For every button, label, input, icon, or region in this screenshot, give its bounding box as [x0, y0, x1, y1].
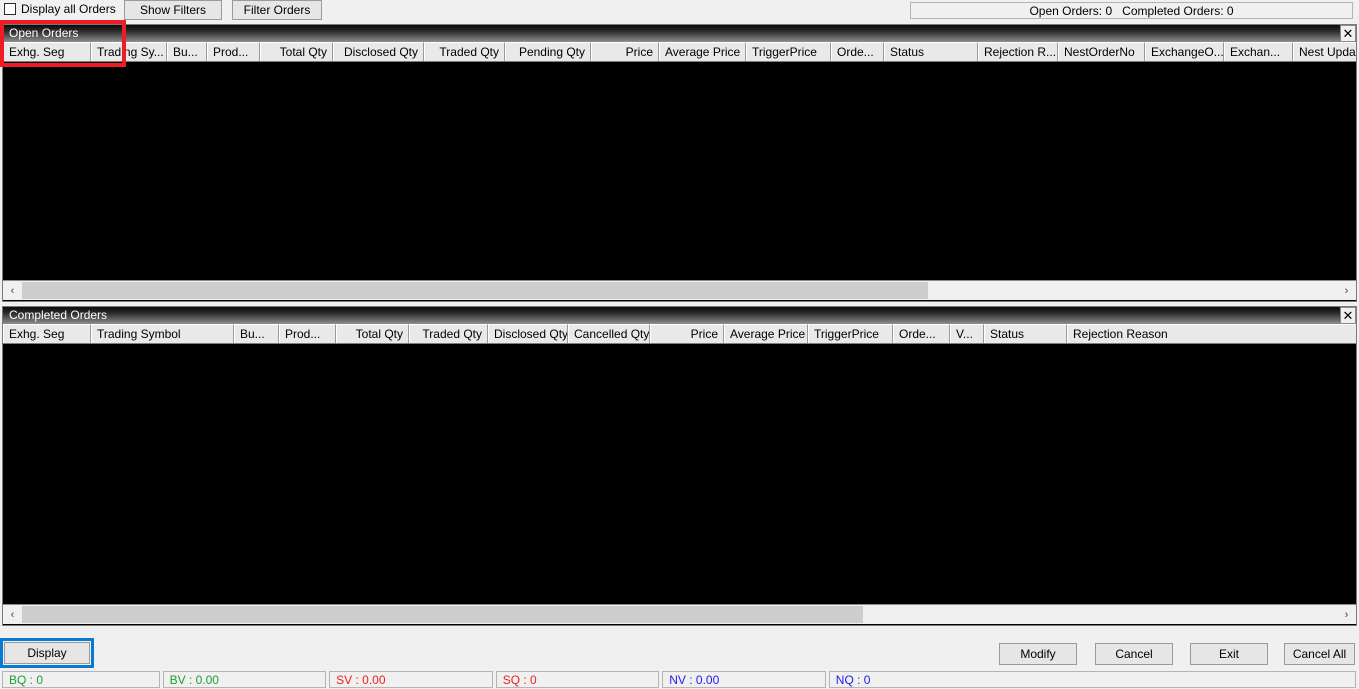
status-field: NV : 0.00 — [662, 671, 826, 688]
column-header[interactable]: Nest UpdateTime — [1293, 42, 1356, 61]
completed-orders-panel: Completed Orders ✕ Exhg. Seg Trading Symb… — [2, 306, 1357, 626]
column-header[interactable]: Cancelled Qty — [568, 324, 650, 343]
completed-orders-count: Completed Orders: 0 — [1122, 3, 1234, 18]
cancel-all-button[interactable]: Cancel All — [1284, 643, 1355, 665]
display-button[interactable]: Display — [0, 638, 94, 668]
column-header[interactable]: Price — [591, 42, 659, 61]
close-icon[interactable]: ✕ — [1340, 25, 1356, 42]
column-header[interactable]: Total Qty — [336, 324, 409, 343]
cancel-button[interactable]: Cancel — [1095, 643, 1173, 665]
column-header[interactable]: Trading Sy... — [91, 42, 167, 61]
column-header[interactable]: Exhg. Seg — [3, 42, 91, 61]
column-header[interactable]: TriggerPrice — [808, 324, 893, 343]
action-button-row: Display Modify Cancel Exit Cancel All — [0, 630, 1359, 668]
open-orders-count: Open Orders: 0 — [1029, 3, 1113, 18]
open-orders-rows[interactable] — [3, 62, 1356, 280]
scroll-left-icon[interactable]: ‹ — [3, 605, 22, 624]
exit-button[interactable]: Exit — [1190, 643, 1268, 665]
column-header[interactable]: Prod... — [279, 324, 336, 343]
completed-orders-rows[interactable] — [3, 344, 1356, 604]
column-header[interactable]: Exhg. Seg — [3, 324, 91, 343]
status-field: SQ : 0 — [495, 671, 660, 688]
completed-scroll-track[interactable] — [22, 605, 1337, 624]
status-field: BV : 0.00 — [162, 671, 327, 688]
open-orders-title-bar: Open Orders ✕ — [3, 25, 1356, 42]
column-header[interactable]: TriggerPrice — [746, 42, 831, 61]
column-header[interactable]: Orde... — [831, 42, 884, 61]
column-header[interactable]: Average Price — [724, 324, 808, 343]
column-header[interactable]: Orde... — [893, 324, 950, 343]
display-all-orders-checkbox[interactable]: Display all Orders — [4, 2, 116, 16]
modify-button[interactable]: Modify — [999, 643, 1077, 665]
column-header[interactable]: Bu... — [234, 324, 279, 343]
order-counts-field: Open Orders: 0 Completed Orders: 0 — [910, 2, 1353, 19]
column-header[interactable]: Trading Symbol — [91, 324, 234, 343]
status-field: SV : 0.00 — [329, 671, 493, 688]
column-header[interactable]: Traded Qty — [424, 42, 505, 61]
market-depth-status-bar: BQ : 0 BV : 0.00 SV : 0.00 SQ : 0 NV : 0.00 N… — [0, 671, 1359, 689]
status-field: NQ : 0 — [828, 671, 1356, 688]
open-orders-panel: Open Orders ✕ Exhg. Seg Trading Sy... Bu..… — [2, 24, 1357, 302]
completed-orders-column-headers: Exhg. Seg Trading Symbol Bu... Prod... Total… — [3, 324, 1356, 344]
column-header[interactable]: Prod... — [207, 42, 260, 61]
column-header[interactable]: Disclosed Qty — [488, 324, 568, 343]
completed-scroll-thumb[interactable] — [22, 606, 863, 623]
scroll-right-icon[interactable]: › — [1337, 605, 1356, 624]
column-header[interactable]: V... — [950, 324, 984, 343]
scroll-right-icon[interactable]: › — [1337, 281, 1356, 300]
column-header[interactable]: Status — [884, 42, 978, 61]
column-header[interactable]: Traded Qty — [409, 324, 488, 343]
open-orders-column-headers: Exhg. Seg Trading Sy... Bu... Prod... Total … — [3, 42, 1356, 62]
open-scroll-thumb[interactable] — [22, 282, 928, 299]
completed-orders-title-bar: Completed Orders ✕ — [3, 307, 1356, 324]
column-header[interactable]: Total Qty — [260, 42, 333, 61]
display-all-orders-label: Display all Orders — [21, 2, 116, 16]
status-field: BQ : 0 — [2, 671, 160, 688]
open-orders-hscrollbar[interactable]: ‹ › — [3, 280, 1356, 300]
column-header[interactable]: Rejection Reason — [1067, 324, 1356, 343]
column-header[interactable]: Status — [984, 324, 1067, 343]
show-filters-button[interactable]: Show Filters — [124, 0, 222, 20]
column-header[interactable]: ExchangeO... — [1145, 42, 1224, 61]
column-header[interactable]: Price — [650, 324, 724, 343]
scroll-left-icon[interactable]: ‹ — [3, 281, 22, 300]
column-header[interactable]: Rejection R... — [978, 42, 1058, 61]
column-header[interactable]: Bu... — [167, 42, 207, 61]
open-orders-title: Open Orders — [9, 26, 79, 40]
completed-orders-hscrollbar[interactable]: ‹ › — [3, 604, 1356, 624]
column-header[interactable]: Disclosed Qty — [333, 42, 424, 61]
completed-orders-title: Completed Orders — [9, 308, 108, 322]
column-header[interactable]: NestOrderNo — [1058, 42, 1145, 61]
column-header[interactable]: Pending Qty — [505, 42, 591, 61]
checkbox-box[interactable] — [4, 3, 16, 15]
filter-orders-button[interactable]: Filter Orders — [232, 0, 322, 20]
open-scroll-track[interactable] — [22, 281, 1337, 300]
close-icon[interactable]: ✕ — [1340, 307, 1356, 324]
column-header[interactable]: Average Price — [659, 42, 746, 61]
top-toolbar: Display all Orders Show Filters Filter O… — [0, 0, 1359, 21]
column-header[interactable]: Exchan... — [1224, 42, 1293, 61]
